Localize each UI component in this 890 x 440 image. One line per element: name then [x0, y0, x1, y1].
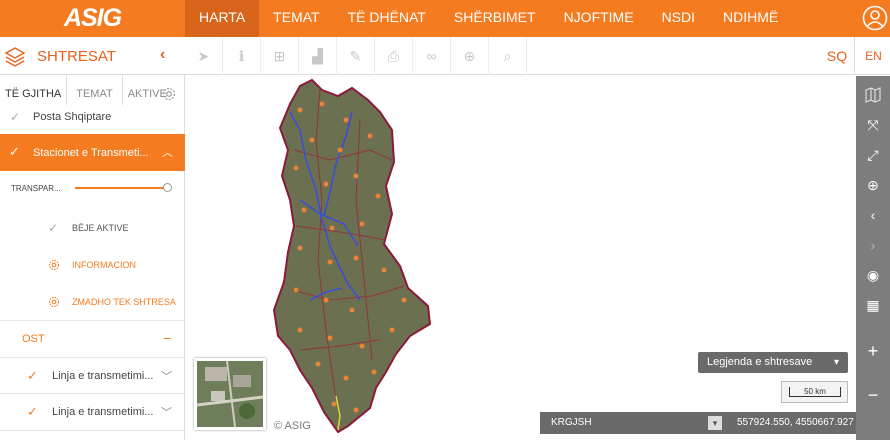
print-icon[interactable]: ⎙ — [375, 37, 413, 75]
collapse-group-icon[interactable]: − — [163, 330, 171, 346]
grid-icon[interactable]: ▦ — [856, 290, 890, 320]
legend-label: Legjenda e shtresave — [707, 356, 813, 368]
zoom-out-button[interactable]: − — [856, 380, 890, 410]
crs-label: KRGJSH — [551, 417, 592, 428]
map-canvas[interactable] — [186, 76, 856, 440]
divider — [0, 430, 185, 431]
albania-map — [272, 78, 432, 434]
chevron-down-icon: ▾ — [833, 357, 839, 368]
satellite-thumbnail-image — [196, 360, 264, 428]
user-icon[interactable] — [862, 5, 888, 31]
zoom-to-layer-label: ZMADHO TEK SHTRESA — [72, 297, 176, 307]
search-icon[interactable]: ⌕ — [489, 37, 527, 75]
layers-header: SHTRESAT ‹ — [0, 37, 185, 75]
collapse-panel-button[interactable]: ‹ — [160, 46, 165, 64]
add-box-icon[interactable]: ⊞ — [261, 37, 299, 75]
nav-item-ndihme[interactable]: NDIHMË — [709, 0, 792, 37]
full-extent-icon[interactable]: ⤧ — [856, 110, 890, 140]
tab-te-gjitha[interactable]: TË GJITHA — [0, 75, 68, 105]
zoom-to-layer-action[interactable]: ZMADHO TEK SHTRESA — [0, 295, 185, 311]
basemap-icon[interactable] — [856, 80, 890, 110]
transparency-slider-thumb[interactable] — [163, 183, 172, 192]
check-icon: ✓ — [10, 110, 21, 124]
check-icon: ✓ — [27, 404, 38, 419]
fullscreen-icon[interactable]: ⤢ — [856, 140, 890, 170]
make-active-label: BËJE AKTIVE — [72, 223, 129, 233]
language-sq-button[interactable]: SQ — [820, 37, 855, 75]
edit-icon[interactable]: ✎ — [337, 37, 375, 75]
make-active-action[interactable]: ✓ BËJE AKTIVE — [0, 221, 185, 237]
map-copyright: © ASIG — [274, 420, 311, 432]
country-shape — [272, 78, 432, 434]
nav-item-nsdi[interactable]: NSDI — [648, 0, 709, 37]
layer-item-active[interactable]: ✓ Stacionet e Transmeti... ︿ — [0, 134, 185, 171]
tab-temat[interactable]: TEMAT — [67, 75, 123, 105]
check-icon: ✓ — [9, 144, 20, 159]
map-controls: ⤧ ⤢ ⊕ ‹ › ◉ ▦ + − — [856, 76, 890, 440]
layers-title: SHTRESAT — [37, 48, 116, 65]
nav-item-sherbimet[interactable]: SHËRBIMET — [440, 0, 550, 37]
group-label: OST — [22, 333, 45, 345]
nav-item-te-dhenat[interactable]: TË DHËNAT — [334, 0, 440, 37]
layer-item[interactable]: ✓ Posta Shqiptare — [0, 109, 185, 129]
next-extent-icon[interactable]: › — [856, 230, 890, 260]
transparency-label: TRANSPAR... — [11, 184, 61, 193]
scale-bar-line: 50 km — [789, 387, 841, 397]
previous-extent-icon[interactable]: ‹ — [856, 200, 890, 230]
globe-icon[interactable]: ◉ — [856, 260, 890, 290]
layer-label: Stacionet e Transmeti... — [33, 147, 149, 159]
transparency-slider-track[interactable] — [75, 187, 167, 189]
layers-icon — [4, 47, 26, 67]
divider — [0, 320, 185, 321]
group-ost[interactable]: OST − — [0, 330, 185, 350]
gear-icon — [49, 260, 59, 270]
basemap-thumbnail[interactable] — [194, 358, 266, 430]
coordinate-readout: 557924.550, 4550667.927 — [737, 417, 854, 428]
info-icon[interactable]: ℹ — [223, 37, 261, 75]
select-pointer-icon[interactable]: ➤ — [185, 37, 223, 75]
divider — [0, 393, 185, 394]
chevron-down-icon[interactable]: ﹀ — [161, 368, 172, 384]
divider — [0, 357, 185, 358]
language-en-button[interactable]: EN — [857, 37, 890, 75]
zoom-in-button[interactable]: + — [856, 336, 890, 366]
layer-item[interactable]: ✓ Linja e transmetimi... ﹀ — [0, 403, 185, 423]
nav-item-njoftime[interactable]: NJOFTIME — [550, 0, 648, 37]
layer-label: Linja e transmetimi... — [52, 406, 154, 418]
link-icon[interactable]: ∞ — [413, 37, 451, 75]
map-tools: ➤ ℹ ⊞ ▟ ✎ ⎙ ∞ ⊕ ⌕ — [185, 37, 527, 75]
gear-icon — [49, 297, 59, 307]
information-label: INFORMACION — [72, 260, 136, 270]
layer-label: Linja e transmetimi... — [52, 370, 154, 382]
asig-logo[interactable]: ASIG — [0, 0, 185, 37]
nav-item-harta[interactable]: HARTA — [185, 0, 260, 37]
map-toolbar: SHTRESAT ‹ ➤ ℹ ⊞ ▟ ✎ ⎙ ∞ ⊕ ⌕ SQ EN — [0, 37, 890, 75]
layers-sidebar: TË GJITHA TEMAT AKTIVE ✓ Posta Shqiptare… — [0, 75, 185, 440]
layer-legend-dropdown[interactable]: Legjenda e shtresave ▾ — [698, 352, 848, 373]
gear-icon[interactable] — [161, 86, 177, 102]
layer-tabs: TË GJITHA TEMAT AKTIVE — [0, 75, 185, 105]
check-icon: ✓ — [48, 221, 59, 235]
nav-item-temat[interactable]: TEMAT — [259, 0, 333, 37]
add-circle-icon[interactable]: ⊕ — [451, 37, 489, 75]
chevron-up-icon[interactable]: ︿ — [162, 144, 173, 160]
logo-text: ASIG — [63, 4, 122, 32]
main-nav: HARTA TEMAT TË DHËNAT SHËRBIMET NJOFTIME… — [185, 0, 792, 37]
top-navigation-bar: ASIG HARTA TEMAT TË DHËNAT SHËRBIMET NJO… — [0, 0, 890, 37]
zoom-in-search-icon[interactable]: ⊕ — [856, 170, 890, 200]
check-icon: ✓ — [27, 368, 38, 383]
chevron-down-icon[interactable]: ﹀ — [161, 404, 172, 420]
layer-label: Posta Shqiptare — [33, 111, 112, 123]
coordinate-bar: KRGJSH ▾ 557924.550, 4550667.927 — [540, 412, 856, 434]
information-action[interactable]: INFORMACION — [0, 258, 185, 274]
layer-item[interactable]: ✓ Linja e transmetimi... ﹀ — [0, 367, 185, 387]
chart-icon[interactable]: ▟ — [299, 37, 337, 75]
scale-label: 50 km — [804, 387, 826, 396]
crs-dropdown-button[interactable]: ▾ — [708, 416, 722, 430]
scale-bar: 50 km — [781, 381, 848, 403]
